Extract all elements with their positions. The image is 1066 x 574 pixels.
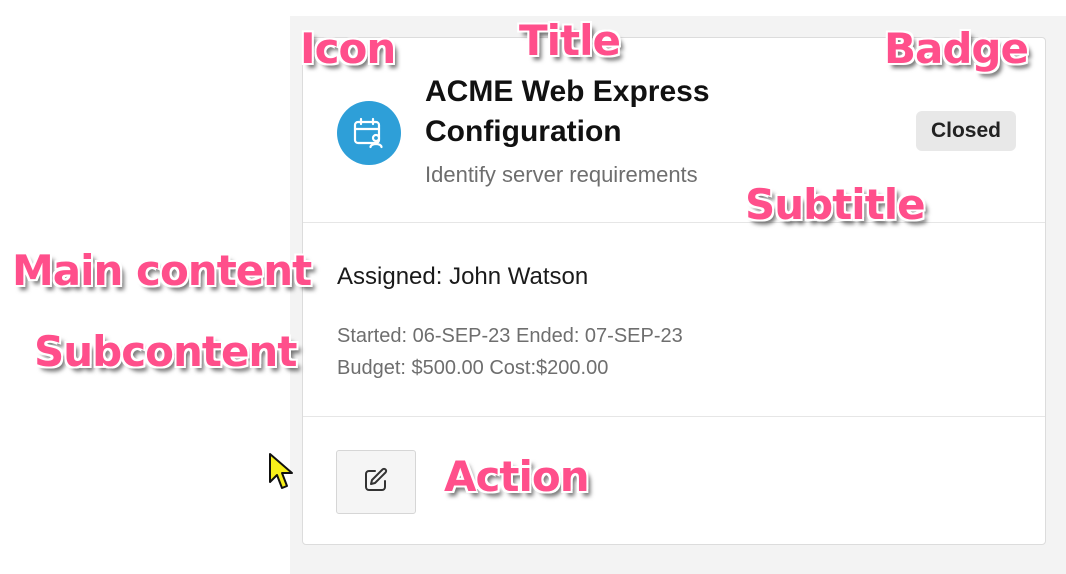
footer-divider — [303, 416, 1045, 417]
annotation-icon: Icon — [300, 24, 396, 73]
card-title: ACME Web Express Configuration — [425, 75, 710, 148]
mouse-cursor-icon — [268, 452, 294, 497]
annotation-main-content: Main content — [12, 246, 312, 295]
header-divider — [303, 222, 1045, 223]
annotation-subcontent: Subcontent — [34, 327, 297, 376]
annotation-subtitle: Subtitle — [745, 180, 926, 229]
annotation-action: Action — [444, 452, 590, 501]
main-content: Assigned: John Watson — [337, 263, 589, 290]
edit-button[interactable] — [336, 450, 416, 514]
calendar-user-icon — [337, 101, 401, 165]
project-card: ACME Web Express Configuration Identify … — [302, 37, 1046, 545]
annotation-badge: Badge — [884, 24, 1029, 73]
subcontent-dates: Started: 06-SEP-23 Ended: 07-SEP-23 — [337, 325, 683, 347]
edit-icon — [362, 466, 390, 499]
annotation-title: Title — [519, 16, 621, 65]
subcontent-budget: Budget: $500.00 Cost:$200.00 — [337, 357, 609, 379]
status-badge: Closed — [916, 111, 1016, 151]
card-subtitle: Identify server requirements — [425, 162, 698, 187]
